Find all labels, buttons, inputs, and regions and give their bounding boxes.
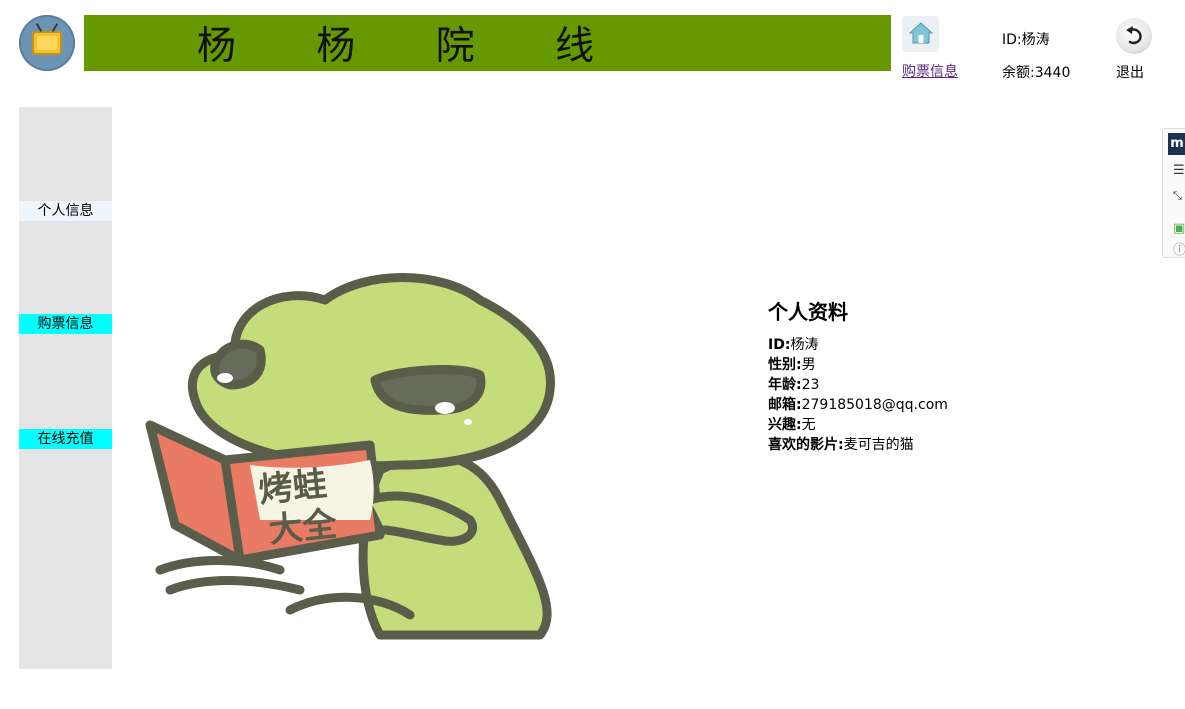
collapse-icon[interactable]: ⤡ [1173,189,1182,203]
profile-row-gender: 性别:男 [768,357,816,373]
profile-row-favorite-movie: 喜欢的影片:麦可吉的猫 [768,437,914,453]
sidebar-item-personal-info[interactable]: 个人信息 [19,201,112,221]
ticket-info-link[interactable]: 购票信息 [902,61,958,81]
info-icon[interactable]: ⓘ [1173,239,1185,258]
sidebar: 个人信息 购票信息 在线充值 [19,107,112,669]
book-title-line-2: 大全 [267,504,340,551]
site-logo-tv-icon [19,15,75,71]
cast-icon[interactable]: ▣ [1173,221,1185,236]
profile-panel: 个人资料 ID:杨涛 性别:男 年龄:23 邮箱:279185018@qq.co… [768,296,948,455]
site-title-banner: 杨 杨 院 线 [84,15,891,71]
user-id-text: ID:杨涛 [1002,32,1050,48]
sidebar-item-ticket-info[interactable]: 购票信息 [19,314,112,334]
site-title: 杨 杨 院 线 [196,24,629,69]
profile-row-id: ID:杨涛 [768,337,819,353]
home-icon[interactable] [902,16,939,52]
browser-side-toolbar: m ☰ ⤡ ▣ ⓘ [1162,128,1185,258]
undo-arrow-icon[interactable] [1116,18,1152,54]
profile-row-age: 年龄:23 [768,377,820,393]
profile-row-email: 邮箱:279185018@qq.com [768,397,948,413]
balance-text: 余额:3440 [1002,65,1071,81]
sidebar-item-recharge[interactable]: 在线充值 [19,429,112,449]
logout-label[interactable]: 退出 [1116,62,1144,82]
extension-m-icon[interactable]: m [1168,133,1185,155]
book-title-line-1: 烤蛙 [257,464,329,511]
frog-reading-illustration: 烤蛙 大全 [145,273,555,640]
profile-row-hobby: 兴趣:无 [768,417,816,433]
menu-icon[interactable]: ☰ [1173,163,1185,178]
profile-title: 个人资料 [768,300,848,324]
